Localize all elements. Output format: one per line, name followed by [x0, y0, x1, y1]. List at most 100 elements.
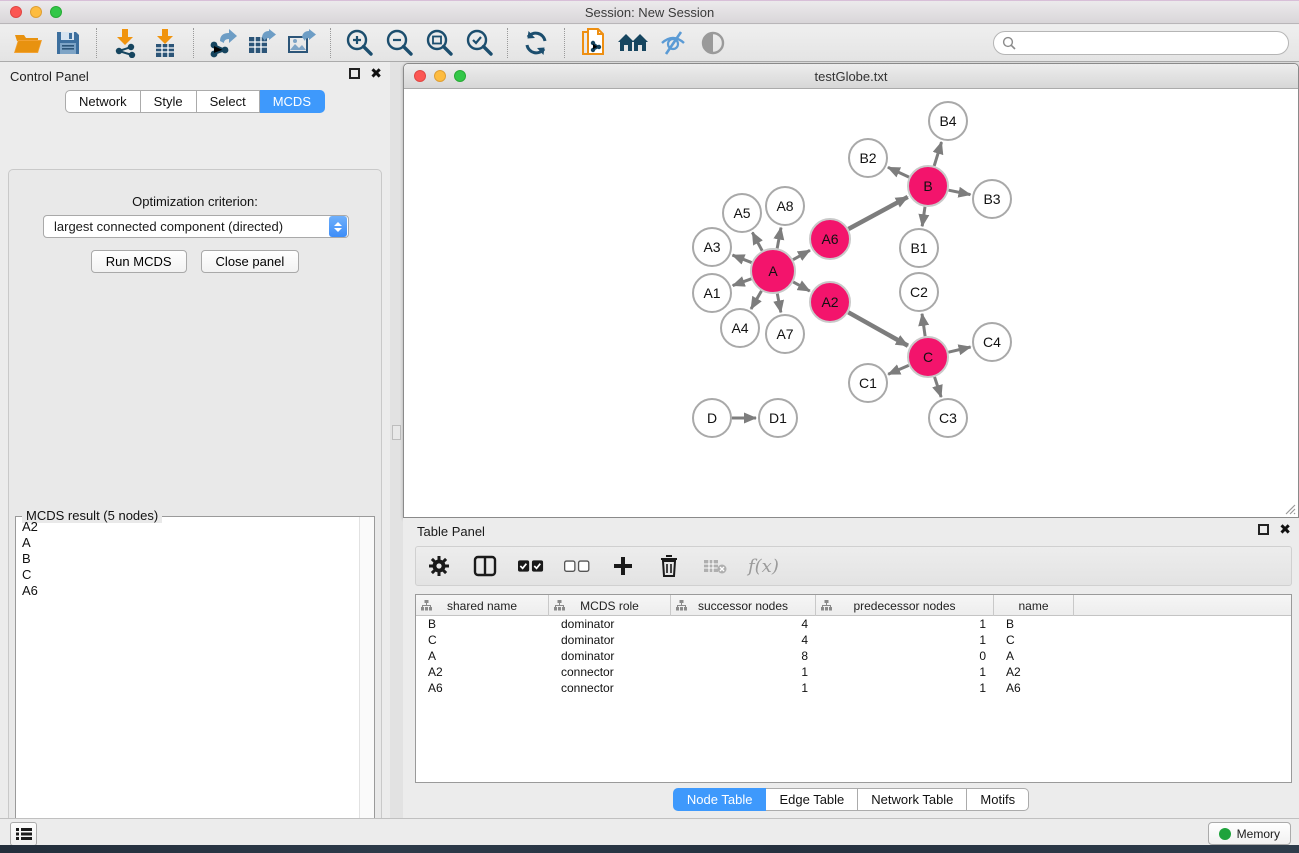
column-header-name[interactable]: name	[994, 595, 1074, 616]
resize-grip-icon[interactable]	[1283, 502, 1296, 515]
edge-B-B1[interactable]	[922, 207, 925, 226]
node-C2[interactable]: C2	[900, 273, 938, 311]
table-row[interactable]: Adominator80A	[416, 648, 1291, 664]
open-session-icon[interactable]	[11, 27, 45, 59]
node-A2[interactable]: A2	[810, 282, 850, 322]
edge-A-A6[interactable]	[793, 250, 810, 259]
edge-A-A8[interactable]	[777, 228, 781, 249]
zoom-fit-icon[interactable]	[422, 27, 456, 59]
column-header-shared-name[interactable]: shared name	[416, 595, 549, 616]
edge-A-A7[interactable]	[777, 294, 781, 313]
deselect-all-checkboxes-icon[interactable]	[564, 553, 590, 579]
export-network-icon[interactable]	[205, 27, 239, 59]
settings-gear-icon[interactable]	[426, 553, 452, 579]
tab-edge-table[interactable]: Edge Table	[766, 788, 858, 811]
tab-style[interactable]: Style	[141, 90, 197, 113]
tab-network[interactable]: Network	[65, 90, 141, 113]
node-C4[interactable]: C4	[973, 323, 1011, 361]
node-A1[interactable]: A1	[693, 274, 731, 312]
edge-B-B2[interactable]	[888, 167, 909, 177]
node-D1[interactable]: D1	[759, 399, 797, 437]
refresh-icon[interactable]	[519, 27, 553, 59]
edge-A2-C[interactable]	[848, 312, 908, 345]
node-C[interactable]: C	[908, 337, 948, 377]
node-B3[interactable]: B3	[973, 180, 1011, 218]
result-item[interactable]: A6	[16, 583, 359, 599]
close-panel-button[interactable]: Close panel	[201, 250, 300, 273]
edge-A-A1[interactable]	[733, 279, 752, 286]
memory-button[interactable]: Memory	[1208, 822, 1291, 845]
zoom-in-icon[interactable]	[342, 27, 376, 59]
node-C3[interactable]: C3	[929, 399, 967, 437]
node-C1[interactable]: C1	[849, 364, 887, 402]
node-B4[interactable]: B4	[929, 102, 967, 140]
optimization-criterion-select[interactable]: largest connected component (directed)	[43, 215, 349, 238]
float-table-panel-icon[interactable]	[1258, 524, 1269, 535]
node-table[interactable]: shared nameMCDS rolesuccessor nodesprede…	[415, 594, 1292, 783]
table-row[interactable]: Bdominator41B	[416, 616, 1291, 632]
edge-C-C2[interactable]	[922, 314, 925, 336]
edge-B-B4[interactable]	[934, 142, 941, 166]
node-A[interactable]: A	[751, 249, 795, 293]
edge-A6-B[interactable]	[848, 197, 907, 229]
node-A4[interactable]: A4	[721, 309, 759, 347]
eye-icon[interactable]	[696, 27, 730, 59]
eye-slash-icon[interactable]	[656, 27, 690, 59]
node-A3[interactable]: A3	[693, 228, 731, 266]
save-session-icon[interactable]	[51, 27, 85, 59]
node-A6[interactable]: A6	[810, 219, 850, 259]
delete-rows-icon[interactable]	[656, 553, 682, 579]
tab-select[interactable]: Select	[197, 90, 260, 113]
select-all-checkboxes-icon[interactable]	[518, 553, 544, 579]
table-row[interactable]: A6connector11A6	[416, 680, 1291, 696]
close-table-panel-icon[interactable]: ✖	[1279, 524, 1291, 535]
edge-C-C1[interactable]	[888, 365, 909, 374]
task-history-button[interactable]	[10, 822, 37, 846]
column-header-successor-nodes[interactable]: successor nodes	[671, 595, 816, 616]
run-mcds-button[interactable]: Run MCDS	[91, 250, 187, 273]
edge-A-A2[interactable]	[793, 282, 810, 291]
node-A7[interactable]: A7	[766, 315, 804, 353]
tab-motifs[interactable]: Motifs	[967, 788, 1029, 811]
split-pane-handle[interactable]	[392, 425, 401, 440]
edge-A-A5[interactable]	[752, 232, 762, 250]
edge-B-B3[interactable]	[949, 190, 971, 194]
import-network-icon[interactable]	[108, 27, 142, 59]
node-B[interactable]: B	[908, 166, 948, 206]
close-panel-icon[interactable]: ✖	[370, 68, 382, 79]
tab-mcds[interactable]: MCDS	[260, 90, 325, 113]
network-window-titlebar[interactable]: testGlobe.txt	[404, 64, 1298, 89]
zoom-selected-icon[interactable]	[462, 27, 496, 59]
node-B2[interactable]: B2	[849, 139, 887, 177]
float-panel-icon[interactable]	[349, 68, 360, 79]
network-canvas[interactable]: B4 B2 B B3 A8A5 A6 A3 B1 A A1 C2 A2 A4A7 C4 C C1 C3 D D1	[404, 89, 1298, 517]
table-row[interactable]: A2connector11A2	[416, 664, 1291, 680]
result-item[interactable]: A	[16, 535, 359, 551]
clone-network-icon[interactable]	[576, 27, 610, 59]
mcds-result-list[interactable]: A2ABCA6	[16, 519, 359, 853]
column-header-predecessor-nodes[interactable]: predecessor nodes	[816, 595, 994, 616]
homes-icon[interactable]	[616, 27, 650, 59]
edge-A-A4[interactable]	[751, 291, 761, 309]
node-B1[interactable]: B1	[900, 229, 938, 267]
zoom-out-icon[interactable]	[382, 27, 416, 59]
node-D[interactable]: D	[693, 399, 731, 437]
show-columns-icon[interactable]	[472, 553, 498, 579]
edge-C-C3[interactable]	[935, 377, 942, 397]
result-item[interactable]: C	[16, 567, 359, 583]
node-A8[interactable]: A8	[766, 187, 804, 225]
export-table-icon[interactable]	[245, 27, 279, 59]
result-scrollbar[interactable]	[359, 517, 374, 853]
edge-A-A3[interactable]	[732, 255, 751, 263]
import-table-icon[interactable]	[148, 27, 182, 59]
table-row[interactable]: Cdominator41C	[416, 632, 1291, 648]
node-A5[interactable]: A5	[723, 194, 761, 232]
tab-network-table[interactable]: Network Table	[858, 788, 967, 811]
search-input[interactable]	[1016, 33, 1288, 53]
tab-node-table[interactable]: Node Table	[673, 788, 767, 811]
edge-C-C4[interactable]	[948, 347, 970, 352]
add-column-icon[interactable]	[610, 553, 636, 579]
result-item[interactable]: B	[16, 551, 359, 567]
export-image-icon[interactable]	[285, 27, 319, 59]
column-header-MCDS-role[interactable]: MCDS role	[549, 595, 671, 616]
